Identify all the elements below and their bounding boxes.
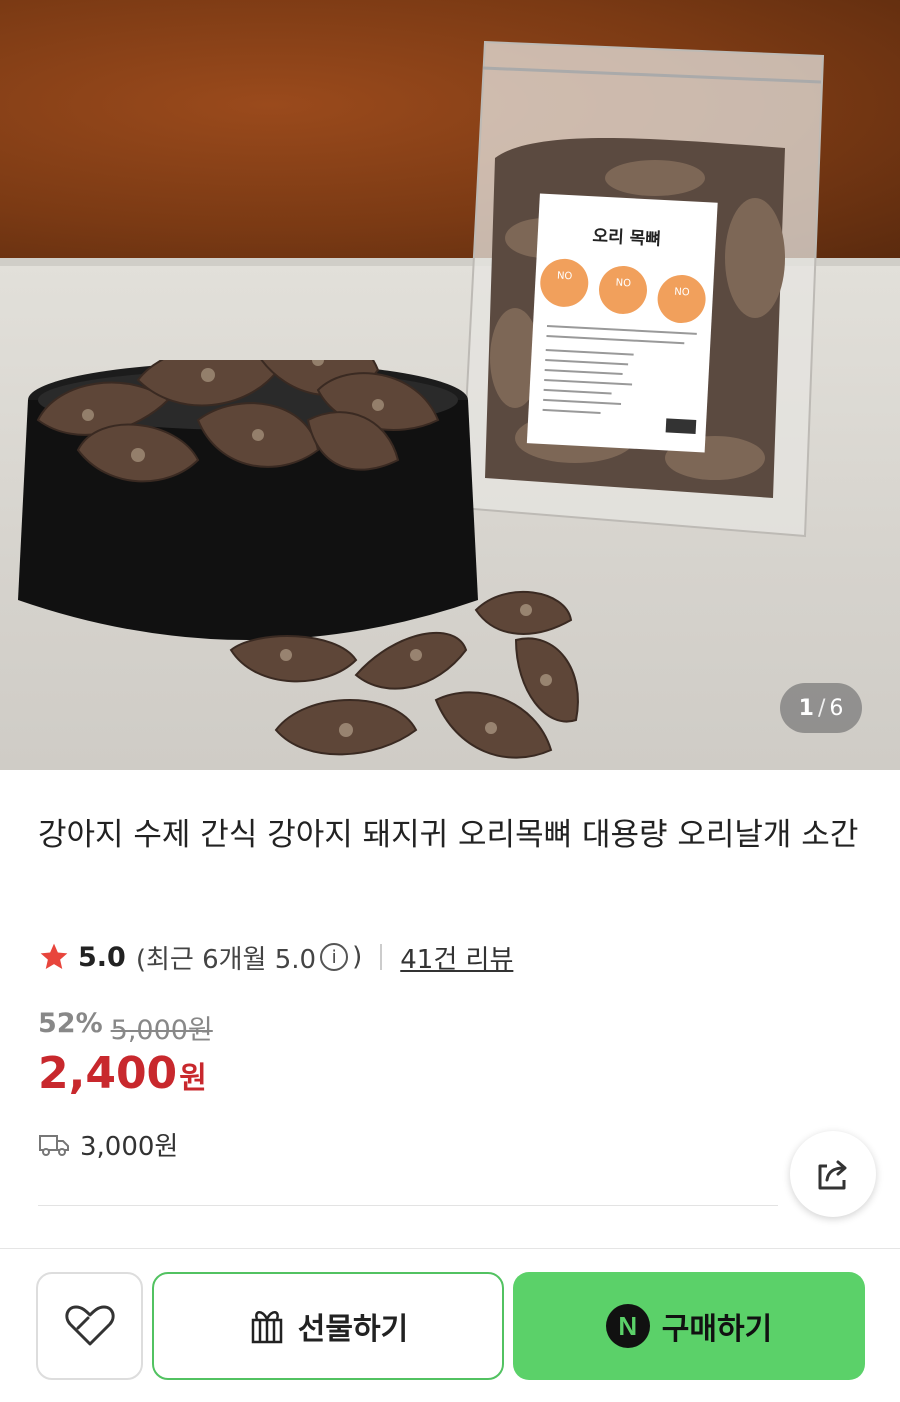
rating-score: 5.0 xyxy=(78,941,126,973)
gift-button-label: 선물하기 xyxy=(297,1312,409,1347)
rating-row: 5.0 (최근 6개월 5.0 i ) 41건 리뷰 xyxy=(38,937,513,977)
divider xyxy=(38,1205,778,1206)
svg-text:NO: NO xyxy=(615,278,631,290)
review-count-link[interactable]: 41건 리뷰 xyxy=(400,939,513,976)
gift-icon xyxy=(251,1311,283,1344)
discount-rate: 52% xyxy=(38,1008,103,1039)
wishlist-button[interactable] xyxy=(36,1272,143,1380)
original-price: 5,000원 xyxy=(110,1015,213,1046)
star-icon xyxy=(40,943,68,969)
info-icon[interactable]: i xyxy=(320,943,349,971)
package-label-title: 오리 목뼈 xyxy=(592,226,661,250)
image-counter: 1 / 6 xyxy=(780,683,862,733)
action-bar-border xyxy=(0,1248,900,1249)
image-counter-separator: / xyxy=(817,695,826,721)
product-title: 강아지 수제 간식 강아지 돼지귀 오리목뼈 대용량 오리날개 소간 xyxy=(38,817,859,853)
product-image[interactable]: 오리 목뼈 NO NO NO 1 / 6 xyxy=(0,0,900,770)
naver-pay-icon: N xyxy=(605,1304,650,1348)
treat-package: 오리 목뼈 NO NO NO xyxy=(459,40,825,538)
truck-icon xyxy=(39,1134,69,1156)
discount-row: 52% 5,000원 xyxy=(38,1008,213,1047)
image-counter-total: 6 xyxy=(829,695,844,721)
sale-price-unit: 원 xyxy=(179,1061,207,1096)
rating-separator xyxy=(380,944,383,970)
share-icon xyxy=(818,1160,847,1190)
shipping-fee: 3,000원 xyxy=(80,1132,179,1162)
svg-text:NO: NO xyxy=(674,287,690,299)
sale-price-value: 2,400 xyxy=(38,1048,178,1099)
heart-icon xyxy=(64,1305,115,1346)
share-button[interactable] xyxy=(790,1131,876,1217)
recent-rating-text: (최근 6개월 5.0 xyxy=(135,944,317,975)
image-counter-current: 1 xyxy=(798,695,814,721)
buy-button[interactable]: N 구매하기 xyxy=(513,1272,865,1380)
shipping-row: 3,000원 xyxy=(38,1126,178,1163)
recent-rating-close: ) xyxy=(352,942,363,972)
recent-rating: (최근 6개월 5.0 i ) xyxy=(136,939,362,976)
loose-treats xyxy=(229,590,579,759)
sale-price: 2,400 원 xyxy=(38,1048,207,1099)
gift-button[interactable]: 선물하기 xyxy=(152,1272,504,1380)
buy-button-label: 구매하기 xyxy=(661,1312,773,1347)
svg-text:NO: NO xyxy=(557,270,573,282)
